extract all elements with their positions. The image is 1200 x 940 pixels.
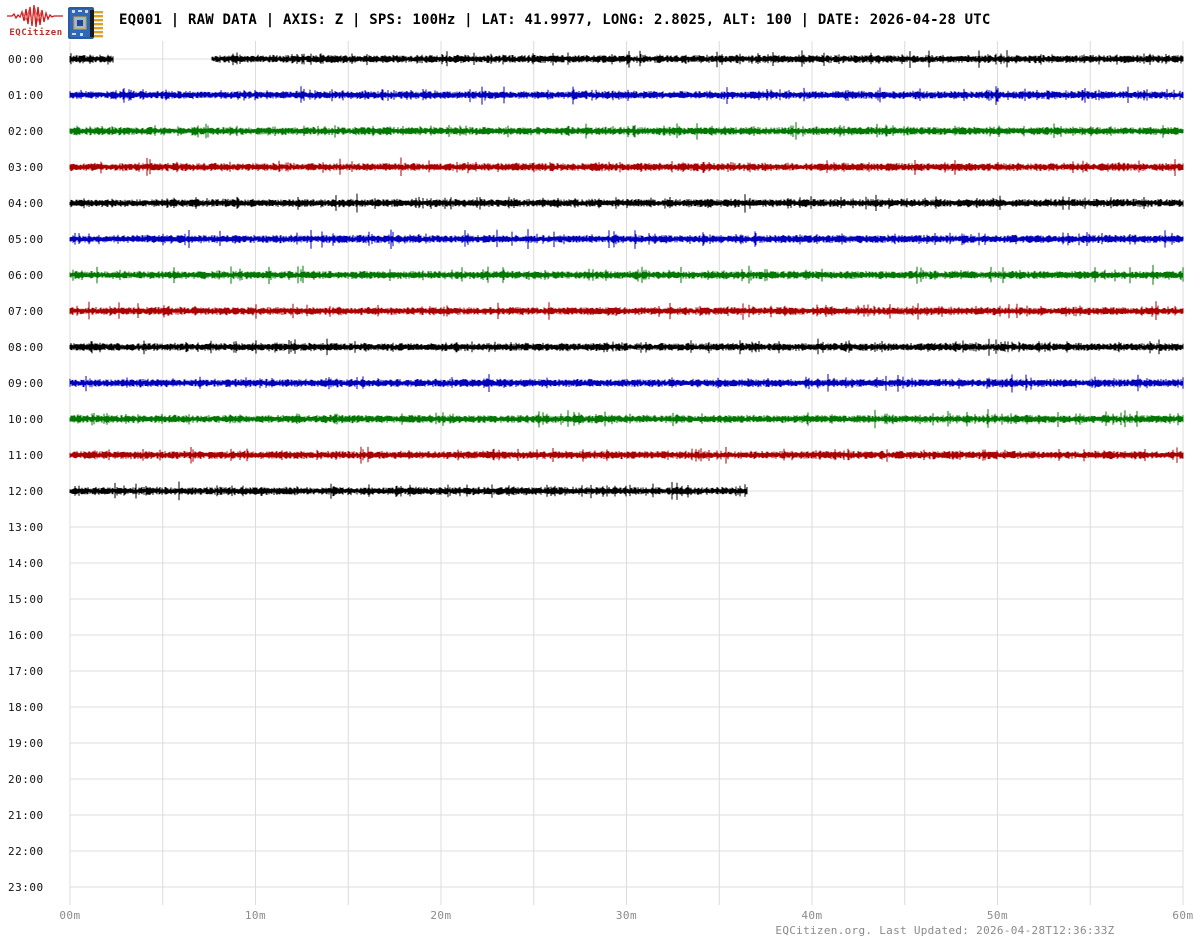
hour-label-1100: 11:00 [8, 449, 44, 462]
hour-label-0200: 02:00 [8, 125, 44, 138]
hour-label-1300: 13:00 [8, 521, 44, 534]
hour-label-0700: 07:00 [8, 305, 44, 318]
hour-label-0900: 09:00 [8, 377, 44, 390]
x-tick-label-20m: 20m [430, 909, 452, 922]
helicorder-plot [69, 41, 1184, 905]
x-tick-label-60m: 60m [1172, 909, 1194, 922]
hour-label-1900: 19:00 [8, 737, 44, 750]
hour-label-1700: 17:00 [8, 665, 44, 678]
hour-label-1500: 15:00 [8, 593, 44, 606]
footer-status-text: EQCitizen.org. Last Updated: 2026-04-28T… [775, 924, 1115, 937]
hour-label-0000: 00:00 [8, 53, 44, 66]
hour-label-0500: 05:00 [8, 233, 44, 246]
hour-label-0400: 04:00 [8, 197, 44, 210]
hour-label-1200: 12:00 [8, 485, 44, 498]
hour-label-0800: 08:00 [8, 341, 44, 354]
x-tick-label-30m: 30m [615, 909, 638, 922]
x-tick-label-10m: 10m [244, 909, 267, 922]
hour-label-0300: 03:00 [8, 161, 44, 174]
hour-label-2000: 20:00 [8, 773, 44, 786]
hour-label-2300: 23:00 [8, 881, 44, 894]
x-tick-label-50m: 50m [986, 909, 1009, 922]
hour-label-0100: 01:00 [8, 89, 44, 102]
hour-label-2100: 21:00 [8, 809, 44, 822]
hour-label-0600: 06:00 [8, 269, 44, 282]
x-tick-label-00m: 00m [59, 909, 81, 922]
hour-label-1000: 10:00 [8, 413, 44, 426]
hour-label-1600: 16:00 [8, 629, 44, 642]
seismic-trace-1200 [69, 481, 748, 501]
x-tick-label-40m: 40m [801, 909, 823, 922]
hour-label-1400: 14:00 [8, 557, 44, 570]
hour-label-2200: 22:00 [8, 845, 44, 858]
hour-label-1800: 18:00 [8, 701, 44, 714]
